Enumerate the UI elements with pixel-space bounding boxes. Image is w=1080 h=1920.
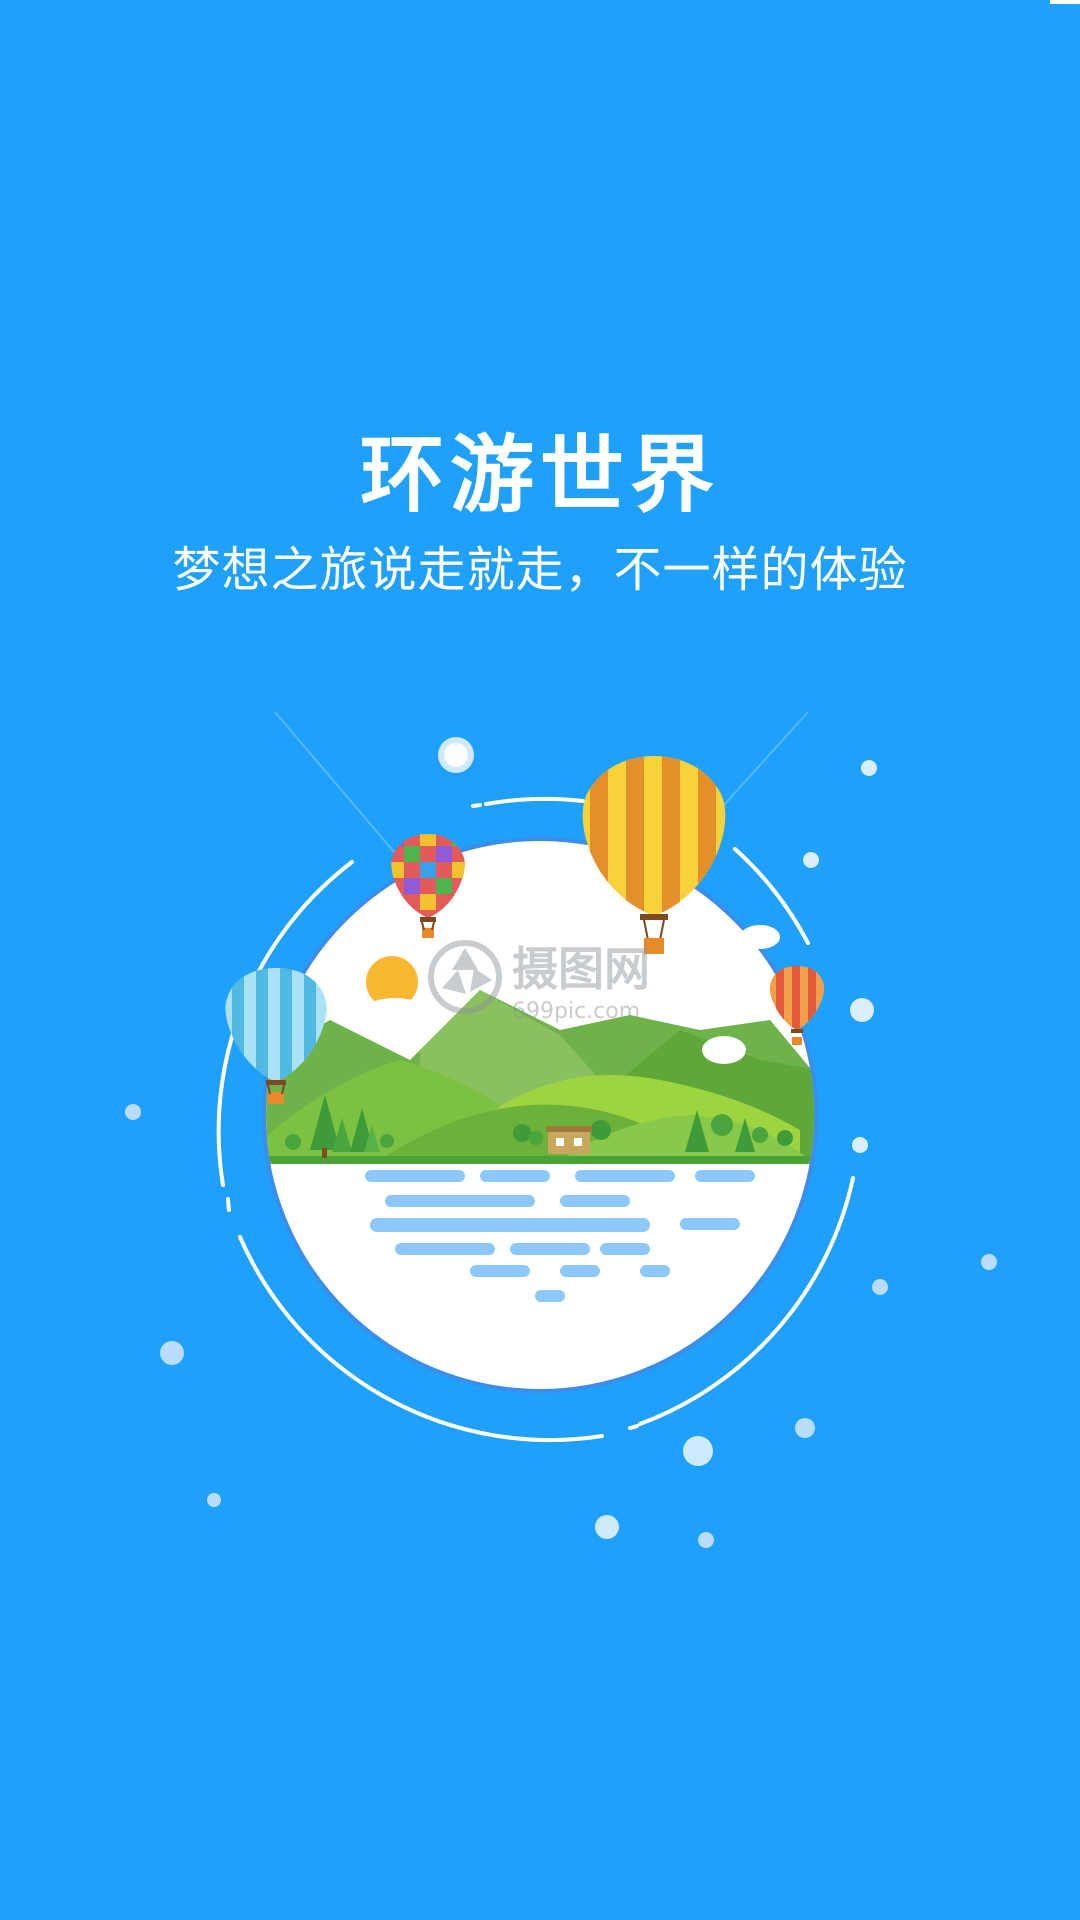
- house-icon: [546, 1126, 592, 1154]
- watermark: 摄图网 699pic.com: [428, 940, 668, 1030]
- watermark-brand: 摄图网: [512, 942, 650, 996]
- splash-screen: 环游世界 梦想之旅说走就走，不一样的体验 摄图网 699pic.com: [0, 0, 1080, 1920]
- watermark-url: 699pic.com: [512, 999, 641, 1024]
- camera-logo-icon: [428, 940, 502, 1014]
